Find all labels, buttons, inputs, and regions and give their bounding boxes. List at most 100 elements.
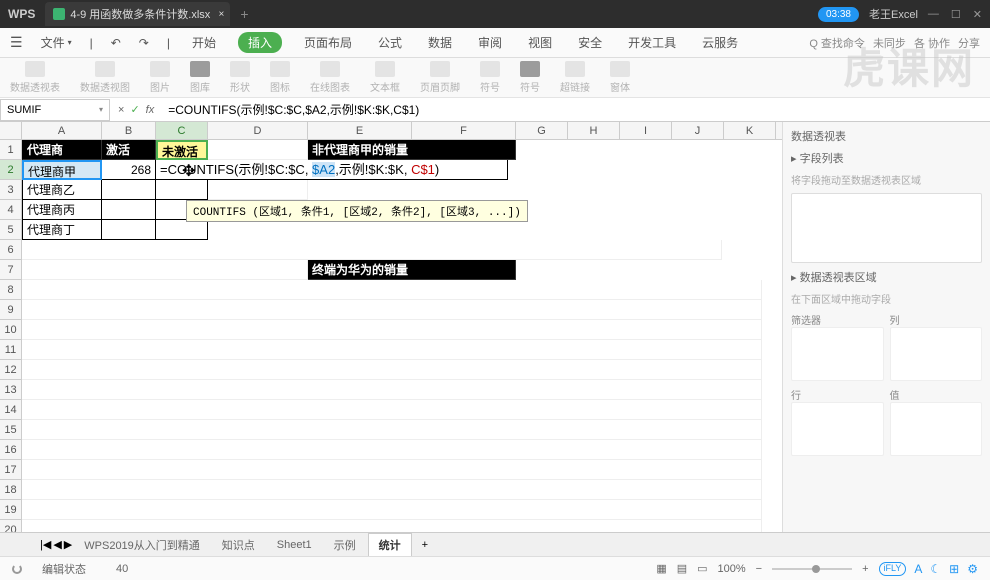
ribbon-pivot-chart[interactable]: 数据透视图 — [80, 61, 130, 94]
area-row-box[interactable] — [791, 402, 884, 456]
sheet-tab-3[interactable]: 示例 — [324, 534, 366, 556]
label-non-agent[interactable]: 非代理商甲的销量 — [308, 140, 516, 160]
search-hint[interactable]: Q 查找命令 — [809, 35, 865, 51]
ribbon-shapes[interactable]: 形状 — [230, 61, 250, 94]
maximize-icon[interactable]: ☐ — [951, 8, 961, 21]
fx-icon[interactable]: fx — [146, 104, 155, 116]
collab-link[interactable]: 各 协作 — [914, 35, 950, 51]
ribbon-pivot-table[interactable]: 数据透视表 — [10, 61, 60, 94]
col-a[interactable]: A — [22, 122, 102, 139]
header-agent[interactable]: 代理商 — [22, 140, 102, 160]
active-cell-c2[interactable]: =COUNTIFS(示例!$C:$C, $A2,示例!$K:$K, C$1) — [156, 160, 508, 180]
menu-tab-start[interactable]: 开始 — [188, 30, 220, 55]
cell-agent-2[interactable]: 代理商乙 — [22, 180, 102, 200]
col-e[interactable]: E — [308, 122, 412, 139]
col-d[interactable]: D — [208, 122, 308, 139]
menu-tab-formula[interactable]: 公式 — [374, 30, 406, 55]
sync-status[interactable]: 未同步 — [873, 35, 906, 51]
cursor-icon: ✥ — [182, 161, 195, 181]
status-grid-icon[interactable]: ⊞ — [949, 562, 959, 576]
menu-tab-data[interactable]: 数据 — [424, 30, 456, 55]
col-i[interactable]: I — [620, 122, 672, 139]
confirm-formula-icon[interactable]: ✓ — [130, 103, 139, 116]
header-not-activated[interactable]: 未激活 — [156, 140, 208, 160]
label-huawei[interactable]: 终端为华为的销量 — [308, 260, 516, 280]
file-menu[interactable]: 文件▾ — [41, 34, 72, 51]
share-link[interactable]: 分享 — [958, 35, 980, 51]
row-1: 1 代理商 激活 未激活 非代理商甲的销量 — [0, 140, 782, 160]
status-a-icon[interactable]: A — [914, 562, 922, 576]
view-break-icon[interactable]: ▭ — [697, 562, 707, 575]
ribbon-gallery[interactable]: 图库 — [190, 61, 210, 94]
view-normal-icon[interactable]: ▦ — [656, 562, 666, 575]
sheet-tab-1[interactable]: 知识点 — [212, 534, 265, 556]
select-all-corner[interactable] — [0, 122, 22, 139]
col-b[interactable]: B — [102, 122, 156, 139]
menu-tab-security[interactable]: 安全 — [574, 30, 606, 55]
menu-tab-insert[interactable]: 插入 — [238, 32, 282, 53]
status-moon-icon[interactable]: ☾ — [930, 562, 941, 576]
menu-tab-review[interactable]: 审阅 — [474, 30, 506, 55]
nav-first-icon[interactable]: |◀ — [40, 538, 51, 551]
nav-next-icon[interactable]: ▶ — [64, 538, 72, 551]
sheet-tab-0[interactable]: WPS2019从入门到精通 — [74, 534, 210, 556]
pivot-panel: 数据透视表 ▸ 字段列表 将字段拖动至数据透视表区域 ▸ 数据透视表区域 在下面… — [782, 122, 990, 532]
redo-icon[interactable]: ↷ — [139, 36, 149, 50]
spreadsheet[interactable]: A B C D E F G H I J K 1 代理商 激活 未激活 非代理商甲… — [0, 122, 782, 532]
nav-prev-icon[interactable]: ◀ — [53, 538, 61, 551]
col-c[interactable]: C — [156, 122, 208, 139]
ribbon-attachment[interactable]: 超链接 — [560, 61, 590, 94]
area-val-box[interactable] — [890, 402, 983, 456]
cell-agent-1[interactable]: 代理商甲 — [22, 160, 102, 180]
time-badge: 03:38 — [818, 7, 859, 22]
cell-agent-4[interactable]: 代理商丁 — [22, 220, 102, 240]
menu-tab-cloud[interactable]: 云服务 — [698, 30, 742, 55]
add-sheet-icon[interactable]: + — [414, 539, 436, 551]
zoom-in-icon[interactable]: + — [862, 563, 868, 575]
close-tab-icon[interactable]: × — [218, 9, 224, 20]
status-gear-icon[interactable]: ⚙ — [967, 562, 978, 576]
name-box[interactable]: SUMIF — [0, 99, 110, 121]
header-activated[interactable]: 激活 — [102, 140, 156, 160]
row-7: 7 终端为华为的销量 — [0, 260, 782, 280]
ribbon-camera[interactable]: 窗体 — [610, 61, 630, 94]
sheet-tab-4[interactable]: 统计 — [368, 533, 412, 556]
document-tab[interactable]: 4-9 用函数做多条件计数.xlsx × — [45, 2, 230, 26]
sheet-tab-2[interactable]: Sheet1 — [267, 536, 322, 554]
col-f[interactable]: F — [412, 122, 516, 139]
menu-tab-layout[interactable]: 页面布局 — [300, 30, 356, 55]
menu-tab-view[interactable]: 视图 — [524, 30, 556, 55]
field-list-box[interactable] — [791, 193, 982, 263]
user-label: 老王Excel — [869, 6, 918, 22]
undo-icon[interactable]: ↶ — [111, 36, 121, 50]
ifly-icon[interactable]: iFLY — [879, 562, 907, 576]
col-j[interactable]: J — [672, 122, 724, 139]
menu-tab-dev[interactable]: 开发工具 — [624, 30, 680, 55]
col-g[interactable]: G — [516, 122, 568, 139]
minimize-icon[interactable]: — — [928, 8, 939, 21]
cell-activated-1[interactable]: 268 — [102, 160, 156, 180]
ribbon-picture[interactable]: 图片 — [150, 61, 170, 94]
col-h[interactable]: H — [568, 122, 620, 139]
ribbon-icons[interactable]: 图标 — [270, 61, 290, 94]
close-window-icon[interactable]: ✕ — [973, 8, 982, 21]
ribbon-wordart[interactable]: 符号 — [480, 61, 500, 94]
areas-title: 数据透视表区域 — [800, 272, 877, 284]
ribbon-symbol[interactable]: 符号 — [520, 61, 540, 94]
grid-rows: 1 代理商 激活 未激活 非代理商甲的销量 2 代理商甲 268 =COUNTI… — [0, 140, 782, 532]
zoom-slider[interactable] — [772, 568, 852, 570]
logo-icon[interactable]: ☰ — [10, 34, 23, 51]
view-page-icon[interactable]: ▤ — [677, 562, 687, 575]
area-col-box[interactable] — [890, 327, 983, 381]
col-k[interactable]: K — [724, 122, 776, 139]
formula-input[interactable]: =COUNTIFS(示例!$C:$C,$A2,示例!$K:$K,C$1) — [162, 101, 990, 118]
title-bar: WPS 4-9 用函数做多条件计数.xlsx × + 03:38 老王Excel… — [0, 0, 990, 28]
ribbon-chart[interactable]: 在线图表 — [310, 61, 350, 94]
cancel-formula-icon[interactable]: × — [118, 104, 124, 116]
add-tab-button[interactable]: + — [240, 6, 248, 22]
ribbon-textbox[interactable]: 页眉页脚 — [420, 61, 460, 94]
ribbon-onlinechart[interactable]: 文本框 — [370, 61, 400, 94]
cell-agent-3[interactable]: 代理商丙 — [22, 200, 102, 220]
zoom-out-icon[interactable]: − — [756, 563, 762, 575]
area-filter-box[interactable] — [791, 327, 884, 381]
